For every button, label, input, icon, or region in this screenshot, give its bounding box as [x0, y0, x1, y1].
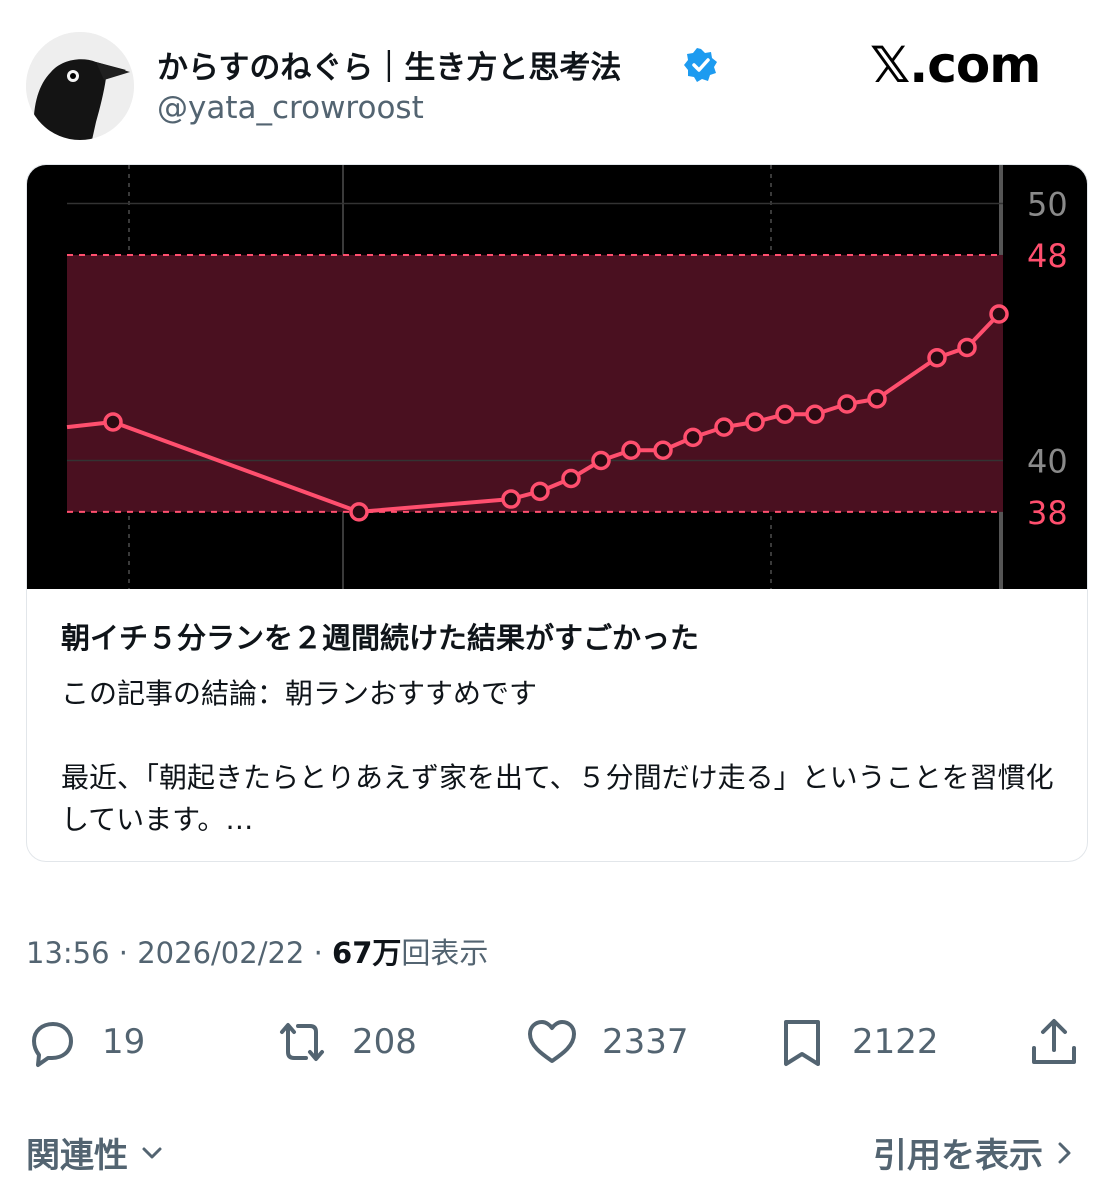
chart-data-point — [349, 502, 369, 522]
repost-icon — [280, 1023, 324, 1061]
chart-image: 50 48 40 38 — [27, 165, 1087, 589]
chart-data-point — [867, 389, 887, 409]
heart-icon — [528, 1020, 576, 1063]
link-preview-card[interactable]: 50 48 40 38 朝イチ５分ランを２週間続けた結果がすごかった この記事の結論：… — [26, 164, 1088, 862]
sort-dropdown[interactable]: 関連性 — [26, 1128, 168, 1177]
chart-data-point — [501, 489, 521, 509]
share-button[interactable] — [1026, 1014, 1082, 1070]
tweet-date[interactable]: 2026/02/22 — [137, 936, 304, 970]
chart-range-band — [67, 254, 1003, 512]
chart-data-point — [621, 440, 641, 460]
chart-data-point — [989, 304, 1009, 324]
sort-label: 関連性 — [26, 1136, 128, 1176]
meta-separator: · — [313, 936, 323, 970]
chart-y-tick-label: 48 — [1027, 237, 1068, 275]
chart-data-point — [683, 427, 703, 448]
repost-button[interactable]: 208 — [274, 1014, 417, 1070]
chart-data-point — [653, 440, 673, 460]
like-button[interactable]: 2337 — [524, 1014, 689, 1070]
card-description: この記事の結論：朝ランおすすめです 最近、「朝起きたらとりあえず家を出て、５分間… — [61, 677, 1054, 836]
repost-count: 208 — [352, 1022, 417, 1062]
reply-icon — [32, 1022, 73, 1067]
meta-separator: · — [118, 936, 129, 970]
chart-data-point — [837, 394, 857, 414]
like-count: 2337 — [602, 1022, 689, 1062]
view-quotes-link[interactable]: 引用を表示 — [873, 1128, 1079, 1177]
reply-count: 19 — [102, 1022, 146, 1062]
chart-data-point — [561, 468, 581, 489]
view-count: 67万 — [332, 936, 402, 970]
card-title[interactable]: 朝イチ５分ランを２週間続けた結果がすごかった — [61, 615, 699, 657]
reply-button[interactable]: 19 — [24, 1014, 145, 1070]
verified-badge-icon — [684, 48, 718, 82]
chart-data-point — [805, 404, 825, 425]
view-label: 回表示 — [401, 936, 489, 970]
chart-y-tick-label: 50 — [1027, 186, 1068, 224]
chart-y-tick-label: 38 — [1027, 494, 1068, 532]
bookmark-icon — [784, 1020, 820, 1066]
bookmark-count: 2122 — [852, 1022, 939, 1062]
chart-y-tick-label: 40 — [1027, 443, 1068, 481]
tweet-time[interactable]: 13:56 — [26, 936, 110, 970]
share-icon — [1032, 1019, 1076, 1064]
line-chart: 50 48 40 38 — [66, 165, 1068, 589]
chart-data-point — [775, 404, 795, 425]
tweet-meta: 13:56 · 2026/02/22 · 67万回表示 — [26, 930, 488, 972]
site-logo: 𝕏.com — [870, 36, 1041, 94]
crow-avatar-icon — [26, 32, 134, 140]
bookmark-button[interactable]: 2122 — [774, 1014, 939, 1070]
chart-data-point — [927, 347, 947, 368]
chart-data-point — [591, 450, 611, 471]
chart-data-point — [103, 412, 123, 432]
chevron-right-icon — [1058, 1142, 1071, 1163]
chart-data-point — [745, 412, 765, 432]
chart-data-point — [957, 337, 977, 358]
view-quotes-label: 引用を表示 — [873, 1136, 1043, 1176]
user-handle[interactable]: @yata_crowroost — [157, 90, 424, 126]
avatar[interactable] — [26, 32, 134, 140]
display-name[interactable]: からすのねぐら｜生き方と思考法 — [157, 42, 621, 87]
chart-data-point — [714, 417, 734, 437]
chevron-down-icon — [142, 1147, 162, 1158]
chart-data-point — [530, 481, 550, 502]
